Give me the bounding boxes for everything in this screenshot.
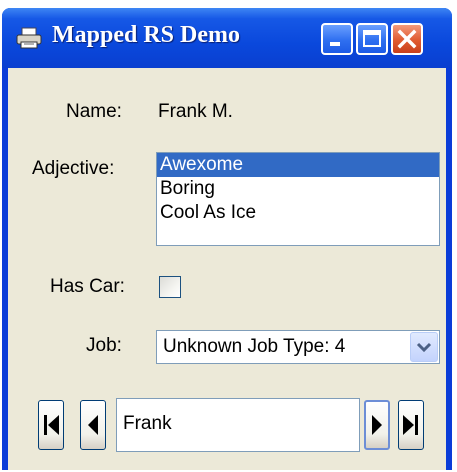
list-item[interactable]: Awexome (157, 153, 439, 177)
maximize-button[interactable] (356, 23, 388, 55)
chevron-down-icon (416, 342, 432, 353)
adjective-label: Adjective: (32, 158, 115, 179)
client-area: Name: Frank M. Adjective: Awexome Boring… (8, 68, 446, 470)
job-select[interactable]: Unknown Job Type: 4 (156, 330, 440, 364)
title-bar[interactable]: Mapped RS Demo (2, 8, 452, 68)
close-icon (397, 29, 417, 49)
job-dropdown-button[interactable] (410, 332, 438, 362)
job-label: Job: (86, 335, 122, 356)
name-value: Frank M. (158, 101, 233, 122)
printer-icon (16, 27, 42, 49)
list-item[interactable]: Cool As Ice (157, 201, 439, 225)
last-record-icon (403, 415, 418, 435)
current-record-text: Frank (123, 413, 172, 434)
list-item[interactable]: Boring (157, 177, 439, 201)
next-record-button[interactable] (364, 400, 390, 450)
previous-record-button[interactable] (80, 400, 106, 450)
minimize-button[interactable] (321, 23, 353, 55)
has-car-label: Has Car: (50, 276, 125, 297)
previous-record-icon (88, 415, 98, 435)
job-select-value: Unknown Job Type: 4 (163, 336, 346, 357)
record-navigator-input[interactable]: Frank (116, 398, 360, 452)
last-record-button[interactable] (398, 400, 424, 450)
next-record-icon (372, 415, 382, 435)
first-record-icon (44, 415, 59, 435)
window-title: Mapped RS Demo (52, 22, 241, 48)
has-car-checkbox[interactable] (159, 276, 181, 298)
adjective-listbox[interactable]: Awexome Boring Cool As Ice (156, 152, 440, 246)
close-button[interactable] (391, 23, 423, 55)
minimize-icon (330, 42, 340, 46)
first-record-button[interactable] (38, 400, 64, 450)
maximize-icon (363, 30, 381, 47)
name-label: Name: (66, 101, 122, 122)
app-window: Mapped RS Demo Name: Frank M. Adjective:… (2, 8, 452, 470)
